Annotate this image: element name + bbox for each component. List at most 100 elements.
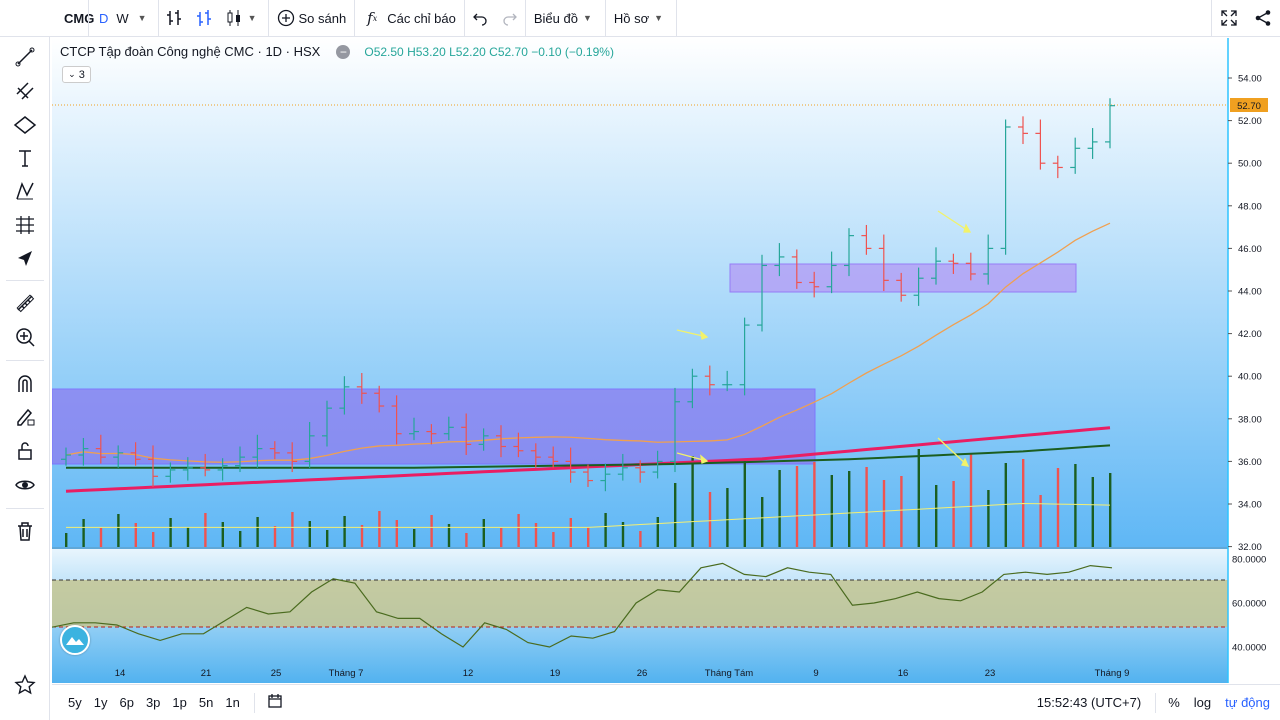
undo-icon <box>471 9 489 27</box>
range-1d[interactable]: 1n <box>219 695 245 710</box>
lock-icon[interactable] <box>8 436 42 466</box>
interval-selector[interactable]: D W ▼ <box>89 0 158 37</box>
hollow-bar-button[interactable] <box>189 0 219 37</box>
percent-toggle[interactable]: % <box>1156 695 1187 710</box>
volume-bar <box>1091 477 1094 547</box>
indicators-button[interactable]: fx Các chỉ báo <box>355 0 464 37</box>
volume-bar <box>587 527 590 547</box>
candles-button[interactable]: ▼ <box>219 0 268 37</box>
volume-bar <box>552 532 555 547</box>
time-tick: 25 <box>271 668 282 679</box>
price-tick: 34.00 <box>1238 500 1262 511</box>
share-button[interactable] <box>1246 0 1280 37</box>
time-tick: 16 <box>898 668 909 679</box>
volume-bar <box>830 475 833 547</box>
symbol-search[interactable]: CMG <box>0 0 94 37</box>
plus-circle-icon <box>277 9 295 27</box>
volume-bar <box>726 488 729 547</box>
price-tick: 54.00 <box>1238 74 1262 85</box>
chevron-down-icon: ▼ <box>582 13 592 23</box>
compare-button[interactable]: So sánh <box>269 0 355 37</box>
indicators-collapse-button[interactable]: ⌄ 3 <box>62 66 91 83</box>
undo-button[interactable] <box>465 0 495 37</box>
volume-bar <box>691 456 694 547</box>
osc-tick: 80.0000 <box>1232 555 1266 566</box>
price-tick: 40.00 <box>1238 372 1262 383</box>
star-icon[interactable] <box>8 670 42 700</box>
volume-bar <box>848 471 851 547</box>
volume-bar <box>1056 468 1060 547</box>
bar-style-button[interactable] <box>159 0 189 37</box>
volume-bar <box>1109 473 1112 547</box>
arrow-icon[interactable] <box>8 244 42 274</box>
auto-scale-toggle[interactable]: tự động <box>1218 695 1280 710</box>
pattern-icon[interactable] <box>8 176 42 206</box>
fib-icon[interactable] <box>8 76 42 106</box>
ruler-icon[interactable] <box>8 288 42 318</box>
magnet-icon[interactable] <box>8 368 42 398</box>
log-toggle[interactable]: log <box>1187 695 1218 710</box>
volume-bar <box>239 531 242 547</box>
goto-date-button[interactable] <box>255 693 295 712</box>
chevron-down-icon[interactable]: ▼ <box>133 13 152 23</box>
clock-timezone[interactable]: 15:52:43 (UTC+7) <box>1037 695 1155 710</box>
volume-bar <box>326 530 329 547</box>
trendline-icon[interactable] <box>8 42 42 72</box>
range-1y[interactable]: 1y <box>88 695 114 710</box>
chart-menu-button[interactable]: Biểu đồ ▼ <box>526 0 605 37</box>
time-tick: 21 <box>201 668 212 679</box>
price-chart[interactable]: 54.00 52.00 50.00 48.00 46.00 44.00 42.00 40.00… <box>52 38 1280 683</box>
interval-w[interactable]: W <box>112 11 132 26</box>
volume-bar <box>639 531 642 547</box>
lock-draw-icon[interactable] <box>8 402 42 432</box>
text-icon[interactable] <box>8 143 42 173</box>
chevron-down-icon[interactable]: ▼ <box>243 13 262 23</box>
accumulation-zone <box>52 388 816 465</box>
collapsed-count: 3 <box>78 68 85 81</box>
interval-d[interactable]: D <box>95 11 112 26</box>
price-tick: 48.00 <box>1238 201 1262 212</box>
chevron-down-icon: ⌄ <box>68 69 76 79</box>
prediction-icon[interactable] <box>8 210 42 240</box>
bars-icon <box>165 9 183 27</box>
chart-menu-label: Biểu đồ <box>533 10 578 26</box>
price-tick: 50.00 <box>1238 159 1262 170</box>
trash-icon[interactable] <box>8 516 42 546</box>
volume-bar <box>1039 495 1042 547</box>
range-6m[interactable]: 6p <box>113 695 139 710</box>
volume-bar <box>430 515 433 547</box>
shapes-icon[interactable] <box>8 110 42 140</box>
volume-bar <box>291 512 294 547</box>
eye-icon[interactable] <box>8 470 42 500</box>
range-selector: 5y 1y 6p 3p 1p 5n 1n <box>52 695 246 710</box>
price-tick: 38.00 <box>1238 414 1262 425</box>
price-tick: 32.00 <box>1238 542 1262 553</box>
range-5d[interactable]: 5n <box>193 695 219 710</box>
range-5y[interactable]: 5y <box>62 695 88 710</box>
volume-bar <box>186 527 190 547</box>
volume-bar <box>99 528 103 547</box>
minus-icon[interactable]: − <box>336 44 351 59</box>
volume-bar <box>1004 463 1007 547</box>
time-tick: Tháng 9 <box>1095 668 1130 679</box>
volume-bar <box>256 517 259 547</box>
volume-bar <box>65 533 68 547</box>
function-icon: fx <box>367 9 378 27</box>
range-1m[interactable]: 1p <box>166 695 192 710</box>
open-value: O52.50 <box>364 44 404 59</box>
volume-bar <box>813 462 816 547</box>
volume-bar <box>395 520 398 547</box>
volume-bar <box>900 476 903 547</box>
range-3m[interactable]: 3p <box>140 695 166 710</box>
volume-bar <box>465 533 468 547</box>
volume-bar <box>569 518 572 547</box>
redo-button[interactable] <box>495 0 525 37</box>
volume-bar <box>952 481 955 547</box>
volume-bar <box>204 513 207 547</box>
price-tick: 44.00 <box>1238 287 1262 298</box>
profile-menu-button[interactable]: Hồ sơ ▼ <box>606 0 676 37</box>
zoom-icon[interactable] <box>8 322 42 352</box>
tradingview-logo-icon[interactable] <box>60 625 90 655</box>
price-tick: 42.00 <box>1238 329 1262 340</box>
fullscreen-button[interactable] <box>1212 0 1246 37</box>
